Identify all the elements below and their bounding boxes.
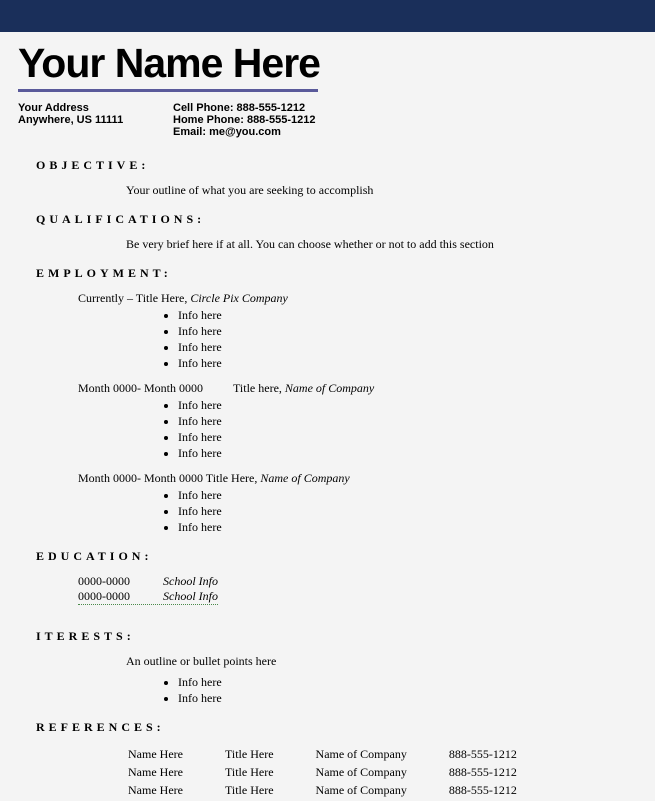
home-phone: Home Phone: 888-555-1212	[173, 114, 315, 126]
list-item: Info here	[178, 340, 637, 355]
interests-heading: ITERESTS:	[36, 629, 637, 644]
objective-text: Your outline of what you are seeking to …	[126, 183, 637, 198]
education-row: 0000-0000School Info	[78, 589, 637, 605]
job-3-bullets: Info here Info here Info here	[178, 488, 637, 535]
list-item: Info here	[178, 520, 637, 535]
references-heading: REFERENCES:	[36, 720, 637, 735]
employment-heading: EMPLOYMENT:	[36, 266, 637, 281]
references-table: Name Here Title Here Name of Company 888…	[126, 745, 559, 801]
job-1-bullets: Info here Info here Info here Info here	[178, 308, 637, 371]
list-item: Info here	[178, 430, 637, 445]
address-line-2: Anywhere, US 11111	[18, 114, 173, 126]
interests-bullets: Info here Info here	[178, 675, 637, 706]
address-line-1: Your Address	[18, 102, 173, 114]
list-item: Info here	[178, 675, 637, 690]
name-underline	[18, 89, 318, 92]
qualifications-text: Be very brief here if at all. You can ch…	[126, 237, 637, 252]
email: Email: me@you.com	[173, 126, 315, 138]
interests-text: An outline or bullet points here	[126, 654, 637, 669]
objective-heading: OBJECTIVE:	[36, 158, 637, 173]
list-item: Info here	[178, 504, 637, 519]
qualifications-heading: QUALIFICATIONS:	[36, 212, 637, 227]
job-3-line: Month 0000- Month 0000 Title Here, Name …	[78, 471, 637, 486]
job-2-line: Month 0000- Month 0000 Title here, Name …	[78, 381, 637, 396]
resume-page: Your Name Here Your Address Anywhere, US…	[0, 40, 655, 801]
education-row: 0000-0000School Info	[78, 574, 637, 589]
list-item: Info here	[178, 691, 637, 706]
job-2-bullets: Info here Info here Info here Info here	[178, 398, 637, 461]
cell-phone: Cell Phone: 888-555-1212	[173, 102, 315, 114]
list-item: Info here	[178, 398, 637, 413]
contact-block: Your Address Anywhere, US 11111 Cell Pho…	[18, 102, 637, 138]
job-1-line: Currently – Title Here, Circle Pix Compa…	[78, 291, 637, 306]
list-item: Info here	[178, 446, 637, 461]
education-heading: EDUCATION:	[36, 549, 637, 564]
list-item: Info here	[178, 324, 637, 339]
table-row: Name Here Title Here Name of Company 888…	[128, 783, 557, 799]
list-item: Info here	[178, 414, 637, 429]
list-item: Info here	[178, 488, 637, 503]
header-bar	[0, 0, 655, 32]
list-item: Info here	[178, 356, 637, 371]
name-title: Your Name Here	[18, 40, 637, 87]
table-row: Name Here Title Here Name of Company 888…	[128, 765, 557, 781]
table-row: Name Here Title Here Name of Company 888…	[128, 747, 557, 763]
list-item: Info here	[178, 308, 637, 323]
